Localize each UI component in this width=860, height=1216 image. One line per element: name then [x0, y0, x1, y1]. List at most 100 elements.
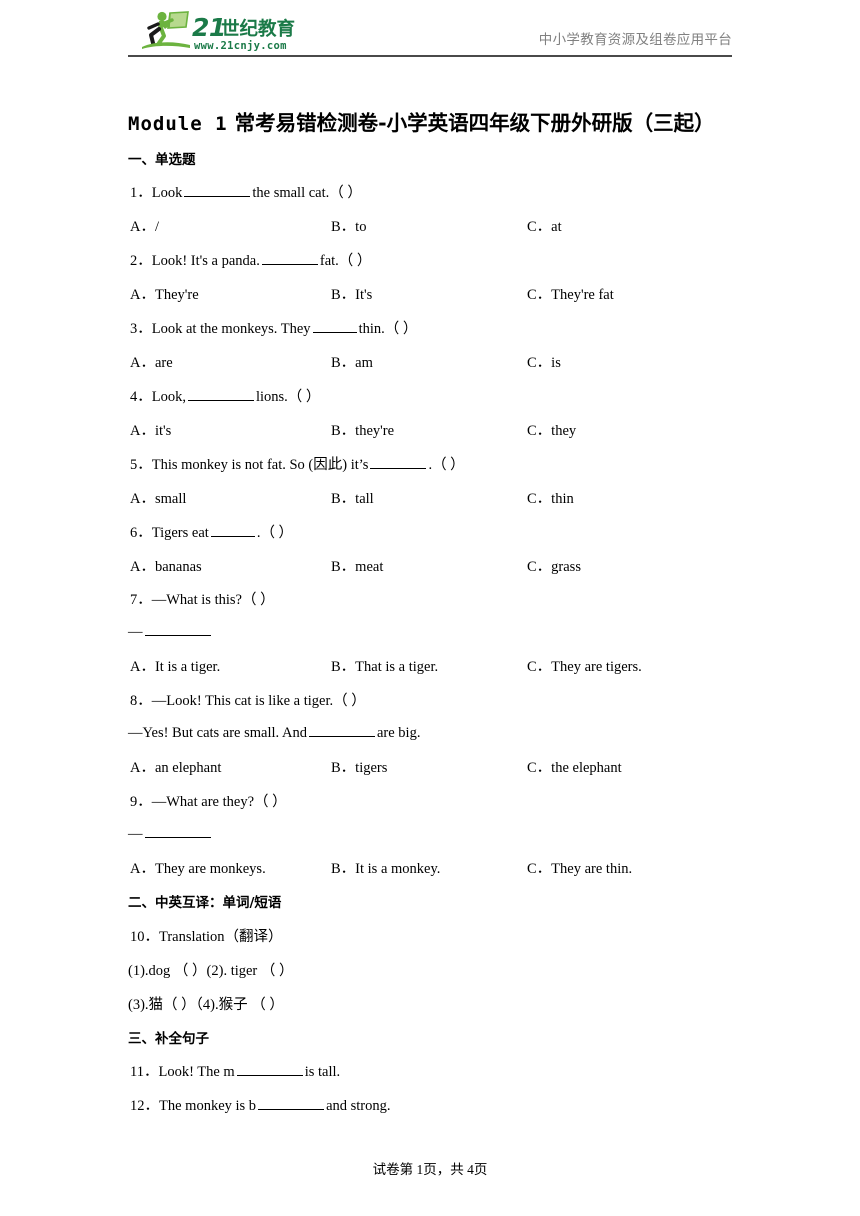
question-1-text-after: the small cat.（ ）: [252, 185, 362, 201]
page-title: Module 1 常考易错检测卷-小学英语四年级下册外研版（三起）: [128, 106, 748, 136]
question-6: 6．Tigers eat .（ ）: [130, 521, 293, 542]
page-header: 21 世纪教育 www.21cnjy.com 中小学教育资源及组卷应用平台: [128, 6, 732, 58]
question-9-answer-line: —: [128, 823, 213, 843]
answer-blank: [261, 250, 318, 265]
question-7-option-c[interactable]: C．They are tigers.: [527, 655, 642, 676]
question-2-option-b[interactable]: B．It's: [331, 283, 372, 304]
question-6-text-after: .（ ）: [256, 525, 294, 541]
question-11: 11．Look! The m is tall.: [130, 1060, 340, 1081]
question-8-option-b[interactable]: B．tigers: [331, 756, 387, 777]
page-title-latin: Module 1: [128, 113, 228, 135]
question-8-option-a[interactable]: A．an elephant: [130, 756, 221, 777]
question-10-text: Translation（翻译）: [159, 929, 283, 945]
question-9-number: 9．: [130, 794, 152, 810]
question-12-text-before: The monkey is b: [159, 1098, 257, 1114]
brand-logo: 21 世纪教育 www.21cnjy.com: [140, 10, 312, 54]
question-4-option-c[interactable]: C．they: [527, 419, 576, 440]
section-heading-3: 三、补全句子: [128, 1031, 209, 1047]
question-11-text-after: is tall.: [304, 1064, 341, 1080]
question-11-number: 11．: [130, 1064, 159, 1080]
question-7-answer-dash: —: [128, 623, 143, 640]
question-3-text-before: Look at the monkeys. They: [151, 321, 311, 337]
svg-text:www.21cnjy.com: www.21cnjy.com: [194, 40, 287, 52]
question-1-option-c[interactable]: C．at: [527, 215, 562, 236]
brand-wordmark: 21 世纪教育 www.21cnjy.com: [192, 13, 295, 52]
answer-blank: [370, 454, 427, 469]
question-2-option-a[interactable]: A．They're: [130, 283, 199, 304]
runner-with-book-icon: [142, 11, 190, 49]
exam-page: 21 世纪教育 www.21cnjy.com 中小学教育资源及组卷应用平台 Mo…: [0, 0, 860, 1216]
question-3-option-c[interactable]: C．is: [527, 351, 561, 372]
question-6-option-c[interactable]: C．grass: [527, 555, 581, 576]
question-6-number: 6．: [130, 525, 152, 541]
question-12-text-after: and strong.: [326, 1098, 391, 1114]
question-4-option-a[interactable]: A．it's: [130, 419, 171, 440]
question-2-text-before: Look! It's a panda.: [151, 253, 260, 269]
question-10-row-2: (3).猫（ ）（4).猴子 （ ）: [128, 997, 284, 1013]
question-12: 12．The monkey is b and strong.: [130, 1094, 391, 1115]
question-2-text-after: fat.（ ）: [319, 253, 372, 269]
question-4-option-b[interactable]: B．they're: [331, 419, 394, 440]
question-1: 1．Look the small cat.（ ）: [130, 181, 362, 202]
question-8-text: —Look! This cat is like a tiger.（ ）: [151, 693, 366, 709]
question-9-text: —What are they?（ ）: [151, 794, 287, 810]
question-9-option-a[interactable]: A．They are monkeys.: [130, 857, 266, 878]
question-1-option-b[interactable]: B．to: [331, 215, 366, 236]
question-5-text-after: .（ ）: [428, 457, 465, 473]
section-heading-2: 二、中英互译：单词/短语: [128, 895, 282, 911]
question-3: 3．Look at the monkeys. They thin.（ ）: [130, 317, 417, 338]
answer-blank: [187, 386, 254, 401]
question-4-number: 4．: [130, 389, 152, 405]
question-7: 7．—What is this?（ ）: [130, 588, 275, 609]
question-4: 4．Look, lions.（ ）: [130, 385, 320, 406]
question-5-option-b[interactable]: B．tall: [331, 487, 374, 508]
question-10-row-1: (1).dog （ ）(2). tiger （ ）: [128, 963, 294, 979]
question-7-option-a[interactable]: A．It is a tiger.: [130, 655, 220, 676]
question-1-text-before: Look: [151, 185, 183, 201]
question-3-option-a[interactable]: A．are: [130, 351, 173, 372]
question-5-text-before: This monkey is not fat. So (因此) it’s: [151, 457, 369, 473]
question-12-number: 12．: [130, 1098, 159, 1114]
question-9-option-c[interactable]: C．They are thin.: [527, 857, 632, 878]
question-11-text-before: Look! The m: [158, 1064, 235, 1080]
question-4-text-after: lions.（ ）: [255, 389, 321, 405]
question-8: 8．—Look! This cat is like a tiger.（ ）: [130, 689, 366, 710]
question-6-option-a[interactable]: A．bananas: [130, 555, 202, 576]
question-8-option-c[interactable]: C．the elephant: [527, 756, 622, 777]
page-footer: 试卷第 1页，共 4页: [372, 1162, 488, 1177]
answer-blank: [144, 823, 211, 838]
question-2-number: 2．: [130, 253, 152, 269]
question-4-text-before: Look,: [151, 389, 186, 405]
answer-blank: [308, 722, 375, 737]
answer-blank: [236, 1061, 303, 1076]
svg-text:世纪教育: 世纪教育: [221, 18, 295, 40]
question-3-option-b[interactable]: B．am: [331, 351, 373, 372]
header-divider: [128, 55, 732, 57]
answer-blank: [258, 1095, 325, 1110]
question-6-text-before: Tigers eat: [151, 525, 209, 541]
question-10: 10．Translation（翻译）: [130, 925, 283, 946]
question-5-option-c[interactable]: C．thin: [527, 487, 574, 508]
answer-blank: [210, 522, 255, 537]
question-7-text: —What is this?（ ）: [151, 592, 275, 608]
question-5-option-a[interactable]: A．small: [130, 487, 186, 508]
question-7-number: 7．: [130, 592, 152, 608]
question-9-option-b[interactable]: B．It is a monkey.: [331, 857, 440, 878]
question-9: 9．—What are they?（ ）: [130, 790, 287, 811]
question-2: 2．Look! It's a panda. fat.（ ）: [130, 249, 371, 270]
question-1-option-a[interactable]: A．/: [130, 215, 159, 236]
question-8-line2: —Yes! But cats are small. And are big.: [128, 722, 420, 742]
header-tagline: 中小学教育资源及组卷应用平台: [538, 32, 732, 47]
question-8-line2-before: —Yes! But cats are small. And: [128, 724, 307, 741]
question-8-line2-after: are big.: [376, 724, 421, 741]
question-3-text-after: thin.（ ）: [358, 321, 418, 337]
answer-blank: [184, 182, 251, 197]
question-8-number: 8．: [130, 693, 152, 709]
question-7-option-b[interactable]: B．That is a tiger.: [331, 655, 438, 676]
question-9-answer-dash: —: [128, 825, 143, 842]
answer-blank: [144, 621, 211, 636]
question-7-answer-line: —: [128, 621, 213, 641]
question-2-option-c[interactable]: C．They're fat: [527, 283, 614, 304]
answer-blank: [312, 318, 357, 333]
question-6-option-b[interactable]: B．meat: [331, 555, 383, 576]
